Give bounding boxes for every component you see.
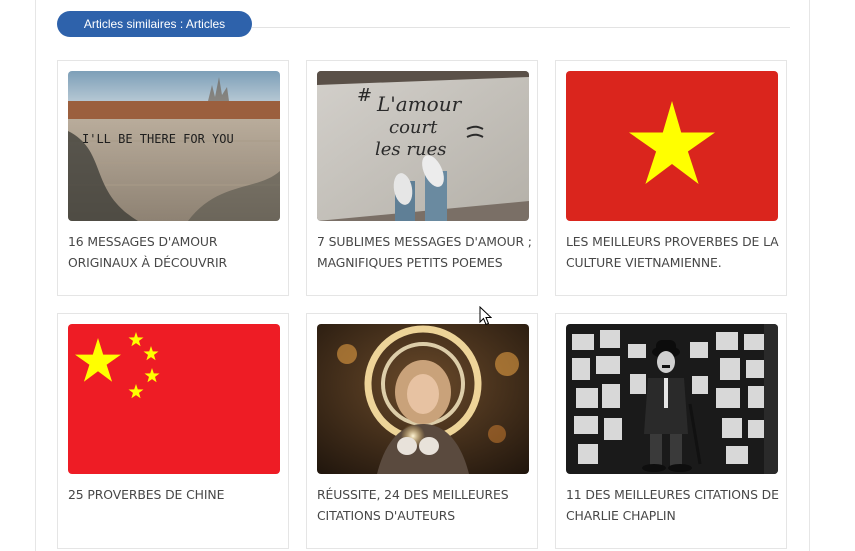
street-text-2: court: [389, 117, 438, 138]
article-title[interactable]: 16 MESSAGES D'AMOUR ORIGINAUX À DÉCOUVRI…: [68, 231, 284, 273]
article-card[interactable]: RÉUSSITE, 24 DES MEILLEURES CITATIONS D'…: [306, 313, 538, 549]
article-thumbnail[interactable]: [317, 324, 529, 474]
article-title[interactable]: 7 SUBLIMES MESSAGES D'AMOUR ; MAGNIFIQUE…: [317, 231, 533, 273]
article-thumbnail[interactable]: [68, 324, 280, 474]
vietnam-flag: [566, 71, 778, 221]
article-card[interactable]: LES MEILLEURS PROVERBES DE LA CULTURE VI…: [555, 60, 787, 296]
article-card[interactable]: 11 DES MEILLEURES CITATIONS DE CHARLIE C…: [555, 313, 787, 549]
article-title[interactable]: 25 PROVERBES DE CHINE: [68, 484, 284, 505]
section-title: Articles similaires : Articles: [57, 11, 252, 37]
charlie-chaplin-photo: [566, 324, 778, 474]
article-title[interactable]: RÉUSSITE, 24 DES MEILLEURES CITATIONS D'…: [317, 484, 533, 526]
related-articles-header: Articles similaires : Articles: [57, 11, 790, 37]
street-text-3: les rues: [375, 139, 446, 160]
article-thumbnail[interactable]: # L'amour court les rues: [317, 71, 529, 221]
article-thumbnail[interactable]: I'LL BE THERE FOR YOU: [68, 71, 280, 221]
wall-graffiti-photo: I'LL BE THERE FOR YOU: [68, 71, 280, 221]
sparkler-girl-photo: [317, 324, 529, 474]
graffiti-text: I'LL BE THERE FOR YOU: [82, 132, 234, 146]
article-title[interactable]: 11 DES MEILLEURES CITATIONS DE CHARLIE C…: [566, 484, 782, 526]
street-text-hash: #: [357, 85, 372, 106]
article-thumbnail[interactable]: [566, 71, 778, 221]
section-divider: [252, 27, 790, 28]
content-border-right: [809, 0, 810, 551]
article-card[interactable]: I'LL BE THERE FOR YOU 16 MESSAGES D'AMOU…: [57, 60, 289, 296]
related-articles-grid: I'LL BE THERE FOR YOU 16 MESSAGES D'AMOU…: [57, 60, 790, 551]
article-card[interactable]: 25 PROVERBES DE CHINE: [57, 313, 289, 549]
content-border-left: [35, 0, 36, 551]
article-title[interactable]: LES MEILLEURS PROVERBES DE LA CULTURE VI…: [566, 231, 782, 273]
china-flag: [68, 324, 280, 474]
article-thumbnail[interactable]: [566, 324, 778, 474]
street-writing-photo: # L'amour court les rues: [317, 71, 529, 221]
article-card[interactable]: # L'amour court les rues 7 SUBLIMES MESS…: [306, 60, 538, 296]
street-text-1: L'amour: [376, 92, 463, 116]
